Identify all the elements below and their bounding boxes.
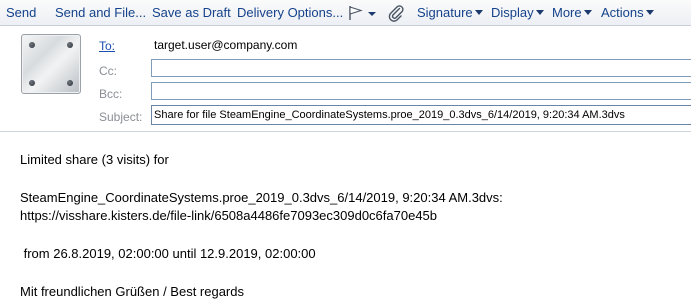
delivery-options-button[interactable]: Delivery Options... — [237, 0, 343, 26]
save-as-draft-button[interactable]: Save as Draft — [152, 0, 231, 26]
subject-label: Subject: — [99, 110, 143, 124]
cc-field[interactable] — [151, 59, 691, 77]
more-label: More — [552, 5, 582, 20]
body-line-filename: SteamEngine_CoordinateSystems.proe_2019_… — [20, 190, 503, 205]
body-line-share-info: Limited share (3 visits) for — [20, 152, 169, 167]
avatar — [21, 34, 81, 94]
to-label[interactable]: To: — [99, 38, 115, 54]
mail-compose-window: Send Send and File... Save as Draft Deli… — [0, 0, 691, 308]
chevron-down-icon — [368, 12, 376, 16]
chevron-down-icon — [645, 10, 654, 15]
chevron-down-icon — [474, 10, 483, 15]
toolbar: Send Send and File... Save as Draft Deli… — [0, 0, 691, 26]
screw-icon — [29, 80, 35, 86]
body-line-regards: Mit freundlichen Grüßen / Best regards — [20, 284, 244, 299]
chevron-down-icon — [583, 10, 592, 15]
screw-icon — [29, 42, 35, 48]
screw-icon — [67, 80, 73, 86]
flag-icon — [349, 6, 363, 20]
to-field[interactable]: target.user@company.com — [151, 36, 691, 54]
to-field-underline — [151, 54, 691, 55]
signature-menu[interactable]: Signature — [417, 0, 483, 26]
signature-label: Signature — [417, 5, 473, 20]
message-header: To: target.user@company.com Cc: Bcc: Sub… — [0, 26, 691, 132]
follow-up-flag-button[interactable] — [348, 0, 378, 26]
actions-menu[interactable]: Actions — [601, 0, 654, 26]
bcc-field[interactable] — [151, 82, 691, 100]
more-menu[interactable]: More — [552, 0, 592, 26]
body-line-link[interactable]: https://visshare.kisters.de/file-link/65… — [20, 207, 437, 225]
body-line-validity: from 26.8.2019, 02:00:00 until 12.9.2019… — [20, 246, 316, 261]
send-and-file-button[interactable]: Send and File... — [55, 0, 146, 26]
display-menu[interactable]: Display — [491, 0, 544, 26]
actions-label: Actions — [601, 5, 644, 20]
subject-field[interactable]: Share for file SteamEngine_CoordinateSys… — [151, 105, 691, 125]
chevron-down-icon — [535, 10, 544, 15]
attach-file-button[interactable] — [387, 0, 407, 26]
display-label: Display — [491, 5, 534, 20]
bcc-label: Bcc: — [99, 87, 123, 101]
send-button[interactable]: Send — [6, 0, 36, 26]
cc-label: Cc: — [99, 64, 117, 78]
paperclip-icon — [388, 5, 404, 22]
screw-icon — [67, 42, 73, 48]
